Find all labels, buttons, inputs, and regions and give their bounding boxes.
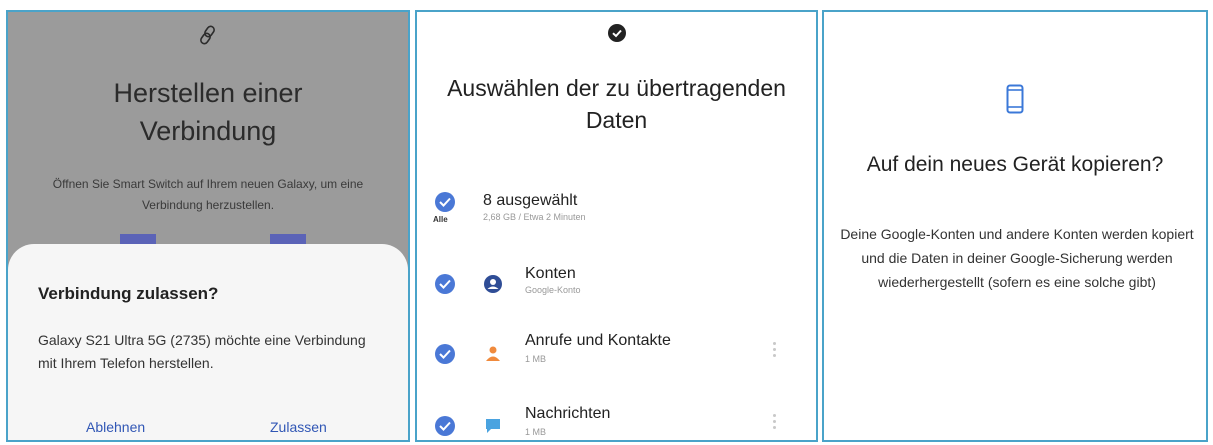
- account-icon: [484, 275, 502, 293]
- select-data-screen: Auswählen der zu übertragenden Daten All…: [415, 10, 818, 442]
- selection-count: 8 ausgewählt: [483, 192, 578, 209]
- item-detail-contacts: 1 MB: [525, 354, 547, 364]
- page-title: Auf dein neues Gerät kopieren?: [866, 153, 1164, 176]
- description-text: Deine Google-Konten und andere Konten we…: [840, 226, 1194, 290]
- link-icon: [200, 25, 215, 45]
- item-label-accounts: Konten: [525, 265, 576, 282]
- more-options-icon[interactable]: [773, 342, 776, 360]
- select-all-checkbox[interactable]: [435, 192, 455, 212]
- page-title: Herstellen einer Verbindung: [113, 78, 303, 146]
- permission-dialog: Verbindung zulassen? Galaxy S21 Ultra 5G…: [8, 244, 408, 440]
- item-label-messages: Nachrichten: [525, 405, 611, 422]
- connection-screen: Herstellen einer Verbindung Öffnen Sie S…: [6, 10, 410, 442]
- item-label-contacts: Anrufe und Kontakte: [525, 332, 671, 349]
- item-detail-messages: 1 MB: [525, 427, 547, 437]
- select-all-label: Alle: [433, 215, 448, 224]
- check-icon: [608, 24, 626, 42]
- item-detail-accounts: Google-Konto: [525, 285, 581, 295]
- copy-confirm-screen: Auf dein neues Gerät kopieren? Deine Goo…: [822, 10, 1208, 442]
- selection-size: 2,68 GB / Etwa 2 Minuten: [483, 212, 586, 222]
- item-checkbox-contacts[interactable]: [435, 344, 455, 364]
- more-options-icon[interactable]: [773, 414, 776, 432]
- item-checkbox-accounts[interactable]: [435, 274, 455, 294]
- allow-button[interactable]: Zulassen: [270, 419, 327, 435]
- phone-icon: [1006, 84, 1024, 114]
- instruction-text: Öffnen Sie Smart Switch auf Ihrem neuen …: [52, 177, 364, 212]
- deny-button[interactable]: Ablehnen: [86, 419, 145, 435]
- dialog-message: Galaxy S21 Ultra 5G (2735) möchte eine V…: [38, 332, 366, 371]
- dialog-title: Verbindung zulassen?: [38, 284, 219, 303]
- messages-icon: [486, 419, 500, 433]
- contacts-icon: [486, 346, 500, 361]
- page-title: Auswählen der zu übertragenden Daten: [447, 75, 786, 133]
- item-checkbox-messages[interactable]: [435, 416, 455, 436]
